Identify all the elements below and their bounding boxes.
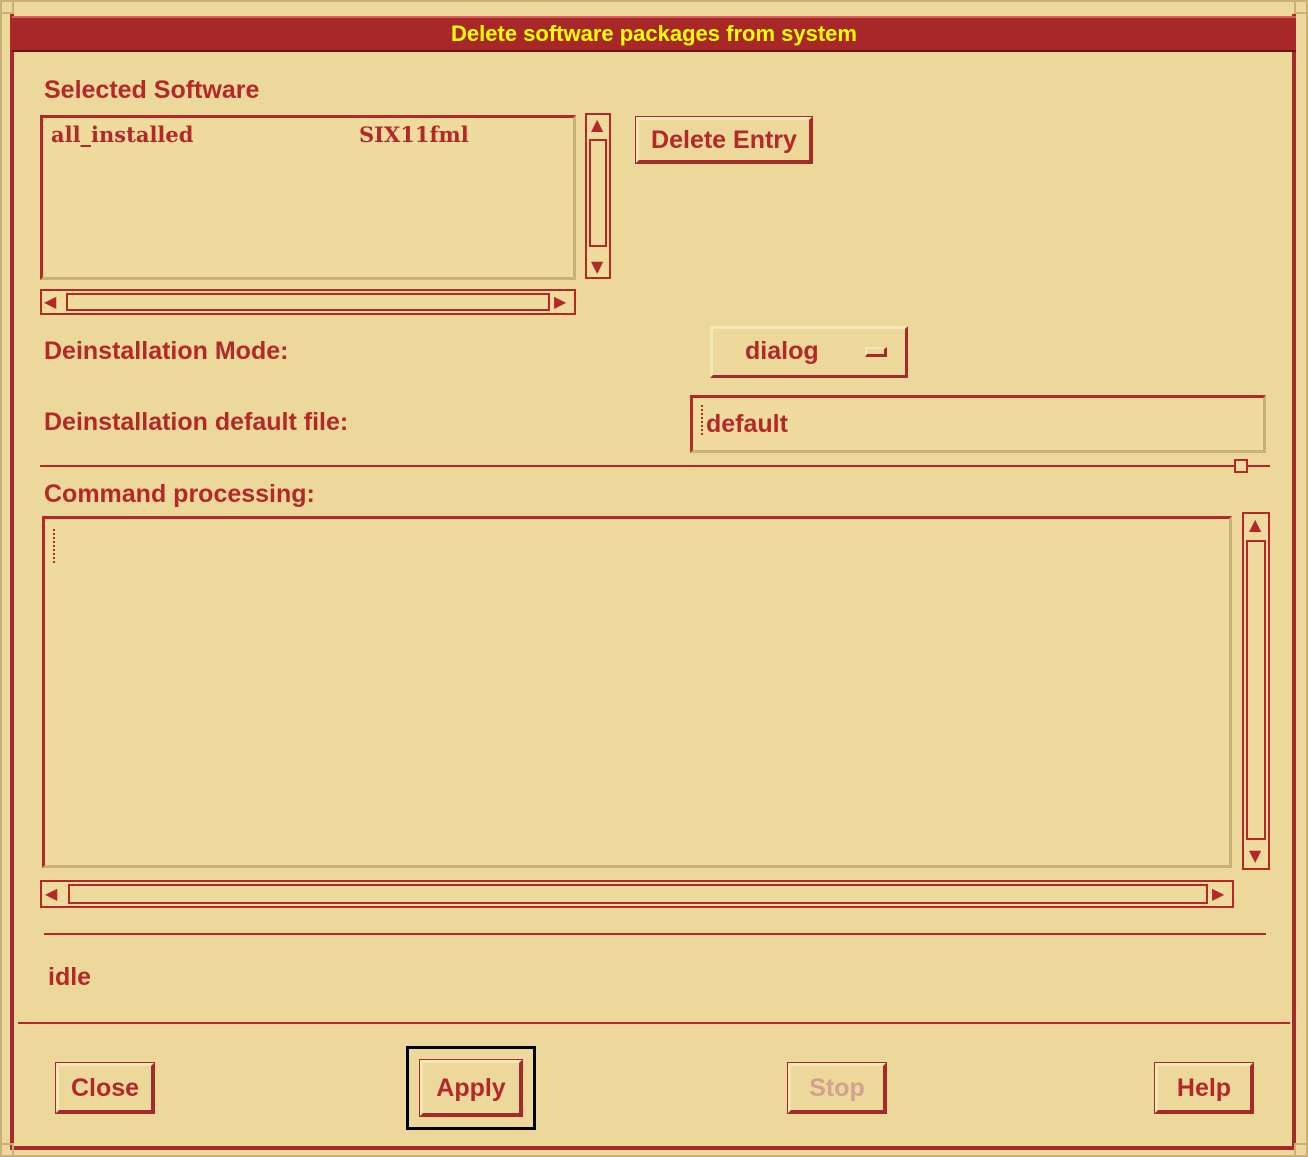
deinstallation-default-file-input[interactable]: default [690, 395, 1266, 453]
window-corner-top-right[interactable] [1294, 0, 1308, 14]
scroll-up-arrow-icon[interactable]: ▲ [591, 117, 603, 133]
command-output-area[interactable] [42, 516, 1232, 868]
status-text: idle [48, 963, 92, 991]
button-area-separator [18, 1022, 1290, 1024]
list-item-value-cell[interactable]: SIX11fml [359, 122, 469, 147]
deinstallation-default-file-label: Deinstallation default file: [44, 408, 349, 436]
pane-sash-handle[interactable] [1234, 459, 1248, 473]
scroll-right-arrow-icon[interactable]: ▶ [1212, 886, 1224, 902]
list-vscroll-thumb[interactable] [589, 139, 607, 247]
scroll-left-arrow-icon[interactable]: ◀ [45, 886, 57, 902]
command-vscroll-thumb[interactable] [1246, 540, 1266, 840]
apply-button[interactable]: Apply [419, 1059, 523, 1117]
text-cursor-icon [701, 405, 705, 435]
selected-software-list[interactable]: all_installed SIX11fml [40, 115, 576, 280]
delete-entry-button[interactable]: Delete Entry [635, 116, 813, 164]
text-cursor-icon [53, 529, 57, 563]
option-menu-indicator-icon [865, 347, 887, 357]
scroll-down-arrow-icon[interactable]: ▼ [591, 259, 603, 275]
help-button[interactable]: Help [1154, 1062, 1254, 1114]
status-separator [44, 933, 1266, 935]
window-title: Delete software packages from system [451, 21, 857, 46]
deinstallation-mode-select[interactable]: dialog [710, 326, 908, 378]
selected-software-label: Selected Software [44, 76, 260, 104]
command-vertical-scrollbar[interactable]: ▲ ▼ [1242, 512, 1270, 870]
list-horizontal-scrollbar[interactable]: ◀ ▶ [40, 289, 576, 315]
close-button[interactable]: Close [55, 1062, 155, 1114]
deinstallation-mode-label: Deinstallation Mode: [44, 337, 289, 365]
deinstallation-mode-value: dialog [745, 337, 819, 365]
scroll-up-arrow-icon[interactable]: ▲ [1249, 517, 1261, 533]
list-item-name: all_installed [51, 122, 194, 147]
command-processing-label: Command processing: [44, 480, 315, 508]
command-hscroll-thumb[interactable] [68, 884, 1208, 904]
list-vertical-scrollbar[interactable]: ▲ ▼ [585, 113, 611, 279]
window-corner-bottom-left[interactable] [0, 1143, 14, 1157]
stop-button[interactable]: Stop [787, 1062, 887, 1114]
scroll-left-arrow-icon[interactable]: ◀ [44, 294, 56, 310]
list-hscroll-thumb[interactable] [66, 293, 550, 311]
list-item[interactable]: all_installed [51, 122, 193, 147]
window-corner-top-left[interactable] [0, 0, 14, 14]
list-item-value: SIX11fml [359, 122, 469, 147]
scroll-down-arrow-icon[interactable]: ▼ [1249, 848, 1261, 864]
title-bar[interactable]: Delete software packages from system [12, 16, 1296, 52]
default-file-value: default [706, 410, 788, 438]
pane-separator [40, 465, 1270, 467]
scroll-right-arrow-icon[interactable]: ▶ [554, 294, 566, 310]
window-corner-bottom-right[interactable] [1294, 1143, 1308, 1157]
command-horizontal-scrollbar[interactable]: ◀ ▶ [40, 880, 1234, 908]
